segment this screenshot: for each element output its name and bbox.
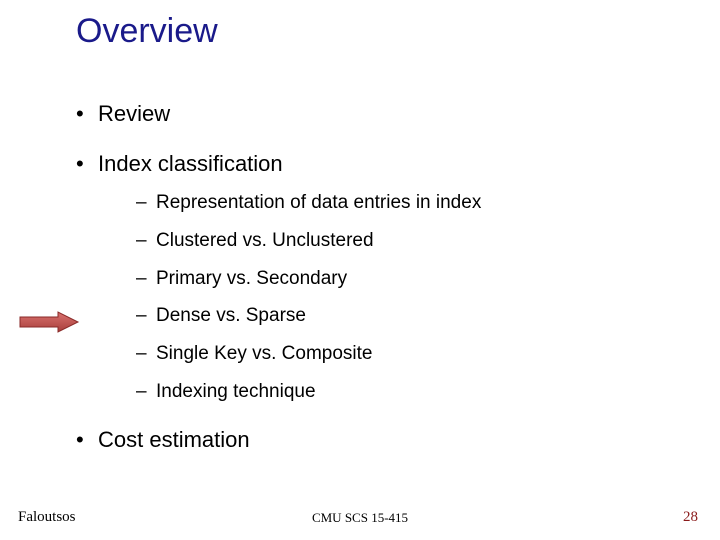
bullet-text: Review — [98, 101, 170, 126]
sub-dense: Dense vs. Sparse — [136, 304, 676, 328]
bullet-cost-estimation: Cost estimation — [76, 426, 676, 454]
sub-text: Primary vs. Secondary — [156, 268, 347, 289]
sub-text: Indexing technique — [156, 381, 316, 402]
sub-single-key: Single Key vs. Composite — [136, 342, 676, 366]
bullet-text: Index classification — [98, 151, 283, 176]
slide-title: Overview — [76, 12, 218, 51]
footer-course: CMU SCS 15-415 — [0, 510, 720, 526]
sub-indexing-technique: Indexing technique — [136, 380, 676, 404]
sub-text: Clustered vs. Unclustered — [156, 230, 374, 251]
sub-text: Representation of data entries in index — [156, 192, 481, 213]
sub-text: Dense vs. Sparse — [156, 305, 306, 326]
bullet-index-classification: Index classification Representation of d… — [76, 150, 676, 404]
sub-representation: Representation of data entries in index — [136, 191, 676, 215]
bullet-text: Cost estimation — [98, 427, 250, 452]
bullet-review: Review — [76, 100, 676, 128]
footer-page-number: 28 — [683, 509, 698, 526]
arrow-right-icon — [18, 310, 80, 334]
sub-text: Single Key vs. Composite — [156, 343, 373, 364]
sub-primary: Primary vs. Secondary — [136, 267, 676, 291]
sub-clustered: Clustered vs. Unclustered — [136, 229, 676, 253]
content-area: Review Index classification Representati… — [76, 100, 676, 475]
slide: Overview Review Index classification Rep… — [0, 0, 720, 540]
sub-list: Representation of data entries in index … — [98, 191, 676, 404]
